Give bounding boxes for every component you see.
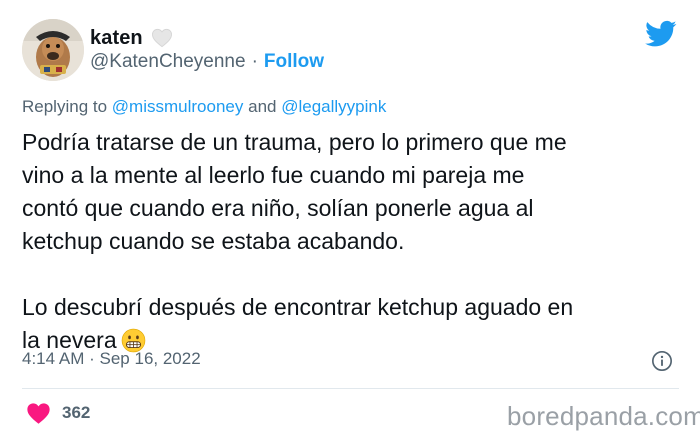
author-name-row: katen [90, 26, 173, 50]
watermark: boredpanda.com [507, 401, 700, 431]
tweet-line: contó que cuando era niño, solían ponerl… [22, 195, 534, 221]
white-heart-icon [151, 28, 173, 48]
like-count[interactable]: 362 [62, 403, 90, 423]
tweet-time: 4:14 AM [22, 349, 85, 368]
tweet-line: ketchup cuando se estaba acabando. [22, 228, 405, 254]
display-name[interactable]: katen [90, 27, 143, 50]
handle-row: @KatenCheyenne · Follow [90, 50, 324, 74]
reply-prefix: Replying to [22, 97, 108, 116]
tweet-date: Sep 16, 2022 [99, 349, 201, 368]
avatar-image [22, 19, 84, 81]
handle[interactable]: @KatenCheyenne [90, 51, 246, 73]
like-heart-icon[interactable] [26, 402, 51, 425]
tweet-timestamp[interactable]: 4:14 AM · Sep 16, 2022 [22, 349, 201, 369]
follow-button[interactable]: Follow [264, 51, 324, 73]
tweet-line: vino a la mente al leerlo fue cuando mi … [22, 162, 525, 188]
reply-mention-missmulrooney[interactable]: @missmulrooney [112, 97, 244, 116]
tweet-line: Lo descubrí después de encontrar ketchup… [22, 294, 574, 320]
reply-mention-legallyypink[interactable]: @legallyypink [281, 97, 386, 116]
divider [22, 388, 679, 389]
avatar[interactable] [22, 19, 84, 81]
info-icon[interactable] [651, 350, 673, 372]
timestamp-separator: · [89, 349, 95, 368]
handle-separator: · [251, 51, 258, 72]
twitter-logo-icon[interactable] [645, 20, 677, 48]
tweet-text: Podría tratarse de un trauma, pero lo pr… [22, 126, 692, 357]
reply-context: Replying to @missmulrooney and @legallyy… [22, 97, 386, 117]
reply-joiner: and [248, 97, 277, 116]
tweet-line: Podría tratarse de un trauma, pero lo pr… [22, 129, 567, 155]
